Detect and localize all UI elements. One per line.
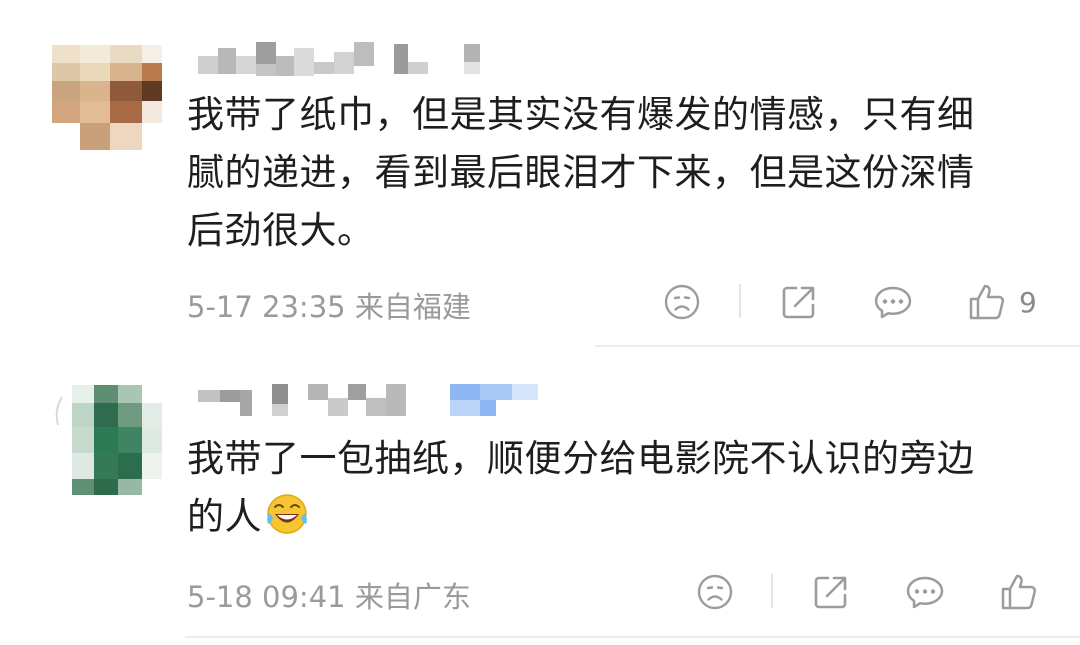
comment-text-line: 腻的递进，看到最后眼泪才下来，但是这份深情 xyxy=(187,151,975,194)
comment-item: 我带了纸巾，但是其实没有爆发的情感，只有细 腻的递进，看到最后眼泪才下来，但是这… xyxy=(0,0,1080,346)
sad-face-icon xyxy=(697,574,733,610)
blurred-avatar-image xyxy=(52,385,162,495)
blurred-username[interactable] xyxy=(196,42,496,82)
comment-text-line: 后劲很大。 xyxy=(187,209,375,252)
share-icon xyxy=(814,576,847,609)
thumbs-up-icon xyxy=(1001,574,1037,610)
reply-icon xyxy=(874,286,912,319)
thumbs-up-icon xyxy=(969,284,1005,320)
dislike-button[interactable] xyxy=(695,572,735,612)
reply-icon xyxy=(906,576,944,609)
dislike-button[interactable] xyxy=(662,282,702,322)
timestamp-location: 5-17 23:35 来自福建 xyxy=(187,290,471,324)
reply-button[interactable] xyxy=(905,572,945,612)
like-button[interactable]: 9 xyxy=(967,282,1037,322)
comment-text: 我带了纸巾，但是其实没有爆发的情感，只有细 腻的递进，看到最后眼泪才下来，但是这… xyxy=(187,86,1037,260)
reply-button[interactable] xyxy=(873,282,913,322)
share-icon xyxy=(782,286,815,319)
action-separator xyxy=(739,284,741,318)
timestamp-location: 5-18 09:41 来自广东 xyxy=(187,580,471,614)
sad-face-icon xyxy=(664,284,700,320)
like-count: 9 xyxy=(1019,285,1037,319)
blurred-avatar-image xyxy=(52,40,162,150)
blurred-username[interactable] xyxy=(196,384,546,424)
comment-text-line: 的人 xyxy=(187,495,262,538)
comment-text-line: 我带了纸巾，但是其实没有爆发的情感，只有细 xyxy=(187,93,975,136)
comment-divider xyxy=(185,636,1080,638)
avatar[interactable] xyxy=(52,385,162,495)
comment-text-line-wrap: 的人 xyxy=(187,488,1037,546)
comment-text: 我带了一包抽纸，顺便分给电影院不认识的旁边 的人 xyxy=(187,430,1037,546)
comment-meta-row: 5-17 23:35 来自福建 9 xyxy=(187,282,1057,324)
share-button[interactable] xyxy=(779,282,819,322)
action-separator xyxy=(771,574,773,608)
share-button[interactable] xyxy=(811,572,851,612)
comment-meta-row: 5-18 09:41 来自广东 xyxy=(187,572,1057,614)
comment-item: 我带了一包抽纸，顺便分给电影院不认识的旁边 的人 5-18 09:41 来自广东 xyxy=(0,347,1080,645)
laugh-cry-emoji xyxy=(267,494,307,534)
like-button[interactable] xyxy=(999,572,1039,612)
comment-text-line: 我带了一包抽纸，顺便分给电影院不认识的旁边 xyxy=(187,437,975,480)
avatar[interactable] xyxy=(52,40,162,150)
